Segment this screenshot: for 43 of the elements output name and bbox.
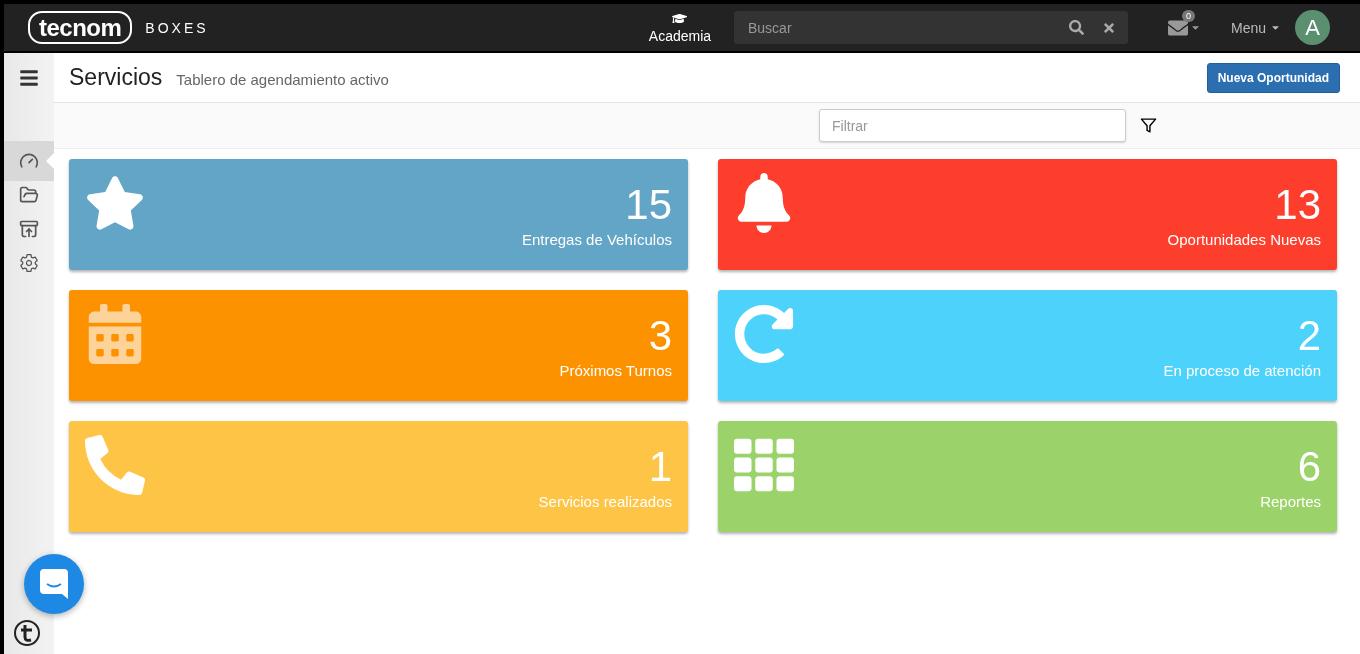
close-icon[interactable]	[1101, 20, 1116, 35]
stat-count: 15	[625, 183, 672, 227]
inbox-icon	[19, 219, 39, 239]
gears-icon	[19, 253, 39, 273]
filter-icon[interactable]	[1140, 117, 1157, 134]
product-name: BOXES	[145, 19, 209, 36]
mail-count: 0	[1181, 9, 1195, 22]
stat-label: En proceso de atención	[1163, 362, 1321, 379]
chat-button[interactable]	[24, 554, 84, 614]
stat-label: Oportunidades Nuevas	[1167, 231, 1321, 248]
stat-count: 1	[648, 445, 672, 489]
stat-card[interactable]: 15 Entregas de Vehículos	[69, 159, 688, 270]
search-bar[interactable]: Buscar	[733, 11, 1128, 44]
academia-link[interactable]: Academia	[647, 11, 712, 44]
graduation-cap-icon	[672, 11, 688, 26]
new-opportunity-button[interactable]: Nueva Oportunidad	[1206, 62, 1340, 93]
stat-card[interactable]: 3 Próximos Turnos	[69, 290, 688, 401]
filter-field[interactable]: Filtrar	[819, 109, 1126, 142]
stat-label: Servicios realizados	[538, 493, 672, 510]
stat-count: 6	[1297, 445, 1321, 489]
search-field[interactable]: Buscar	[745, 18, 1051, 37]
user-avatar[interactable]: A	[1295, 10, 1330, 45]
stat-count: 2	[1297, 314, 1321, 358]
sidebar-item[interactable]	[4, 141, 54, 181]
stat-card[interactable]: 13 Oportunidades Nuevas	[718, 159, 1337, 270]
search-icon[interactable]	[1068, 20, 1084, 35]
menu-icon[interactable]	[19, 68, 39, 88]
gauge-icon	[19, 151, 39, 171]
stat-label: Entregas de Vehículos	[521, 231, 672, 248]
star-icon	[85, 173, 145, 233]
stat-label: Reportes	[1260, 493, 1321, 510]
phone-icon	[85, 435, 145, 495]
folder-icon	[19, 185, 39, 205]
logo[interactable]: tecnom	[28, 11, 133, 44]
stat-label: Próximos Turnos	[559, 362, 672, 379]
page-title: Servicios	[69, 64, 163, 91]
menu-button[interactable]: Menu	[1230, 19, 1281, 36]
stat-count: 13	[1274, 183, 1321, 227]
t-logo-icon[interactable]	[14, 620, 40, 646]
stat-count: 3	[648, 314, 672, 358]
refresh-icon	[734, 304, 794, 364]
page-subtitle: Tablero de agendamiento activo	[176, 71, 389, 88]
chat-icon	[40, 569, 68, 599]
